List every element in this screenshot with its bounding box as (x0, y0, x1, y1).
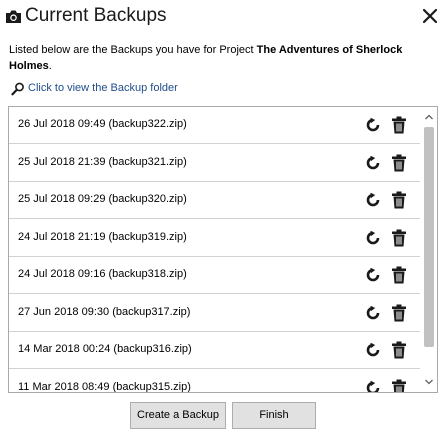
restore-icon[interactable] (365, 380, 381, 394)
finish-button[interactable]: Finish (232, 402, 316, 429)
backup-row-label: 14 Mar 2018 00:24 (backup316.zip) (18, 343, 192, 355)
vertical-scrollbar[interactable] (421, 107, 437, 392)
trash-icon[interactable] (391, 266, 407, 284)
backup-row-label: 25 Jul 2018 21:39 (backup321.zip) (18, 155, 187, 168)
camera-icon (6, 10, 21, 23)
trash-icon[interactable] (391, 116, 407, 134)
backup-row-label: 25 Jul 2018 09:29 (backup320.zip) (18, 193, 187, 205)
create-backup-button[interactable]: Create a Backup (130, 402, 226, 429)
backup-row[interactable]: 14 Mar 2018 00:24 (backup316.zip) (9, 332, 420, 369)
backup-row[interactable]: 11 Mar 2018 08:49 (backup315.zip) (9, 370, 420, 394)
backup-row-label: 24 Jul 2018 21:19 (backup319.zip) (18, 230, 187, 243)
trash-icon[interactable] (391, 154, 407, 172)
trash-icon[interactable] (391, 341, 407, 359)
scroll-up-icon[interactable] (423, 111, 435, 123)
backup-row[interactable]: 24 Jul 2018 09:16 (backup318.zip) (9, 257, 420, 294)
trash-icon[interactable] (391, 191, 407, 209)
backup-row[interactable]: 26 Jul 2018 09:49 (backup322.zip) (9, 107, 420, 144)
backup-row-label: 24 Jul 2018 09:16 (backup318.zip) (18, 268, 187, 280)
description-text: Listed below are the Backups you have fo… (9, 42, 439, 74)
folder-link-label: Click to view the Backup folder (28, 82, 178, 94)
trash-icon[interactable] (391, 379, 407, 394)
backup-row[interactable]: 25 Jul 2018 09:29 (backup320.zip) (9, 182, 420, 219)
restore-icon[interactable] (365, 117, 381, 133)
backup-row[interactable]: 27 Jun 2018 09:30 (backup317.zip) (9, 295, 420, 332)
description-prefix: Listed below are the Backups you have fo… (9, 44, 257, 56)
trash-icon[interactable] (391, 229, 407, 247)
window-title: Current Backups (25, 5, 167, 26)
scrollbar-thumb[interactable] (424, 127, 434, 347)
restore-icon[interactable] (365, 305, 381, 321)
restore-icon[interactable] (365, 267, 381, 283)
close-icon[interactable] (418, 4, 442, 28)
description-suffix: . (48, 60, 52, 72)
restore-icon[interactable] (365, 342, 381, 358)
backup-row[interactable]: 24 Jul 2018 21:19 (backup319.zip) (9, 220, 420, 257)
restore-icon[interactable] (365, 155, 381, 171)
scroll-down-icon[interactable] (423, 376, 435, 388)
trash-icon[interactable] (391, 304, 407, 322)
backup-list: 26 Jul 2018 09:49 (backup322.zip) 25 Jul … (8, 106, 438, 393)
backup-row[interactable]: 25 Jul 2018 21:39 (backup321.zip) (9, 145, 420, 182)
backup-row-label: 27 Jun 2018 09:30 (backup317.zip) (18, 305, 191, 318)
restore-icon[interactable] (365, 192, 381, 208)
restore-icon[interactable] (365, 230, 381, 246)
search-icon (11, 82, 24, 96)
title-bar: Current Backups (0, 0, 447, 34)
backup-row-label: 11 Mar 2018 08:49 (backup315.zip) (18, 380, 191, 393)
backup-row-label: 26 Jul 2018 09:49 (backup322.zip) (18, 118, 187, 130)
